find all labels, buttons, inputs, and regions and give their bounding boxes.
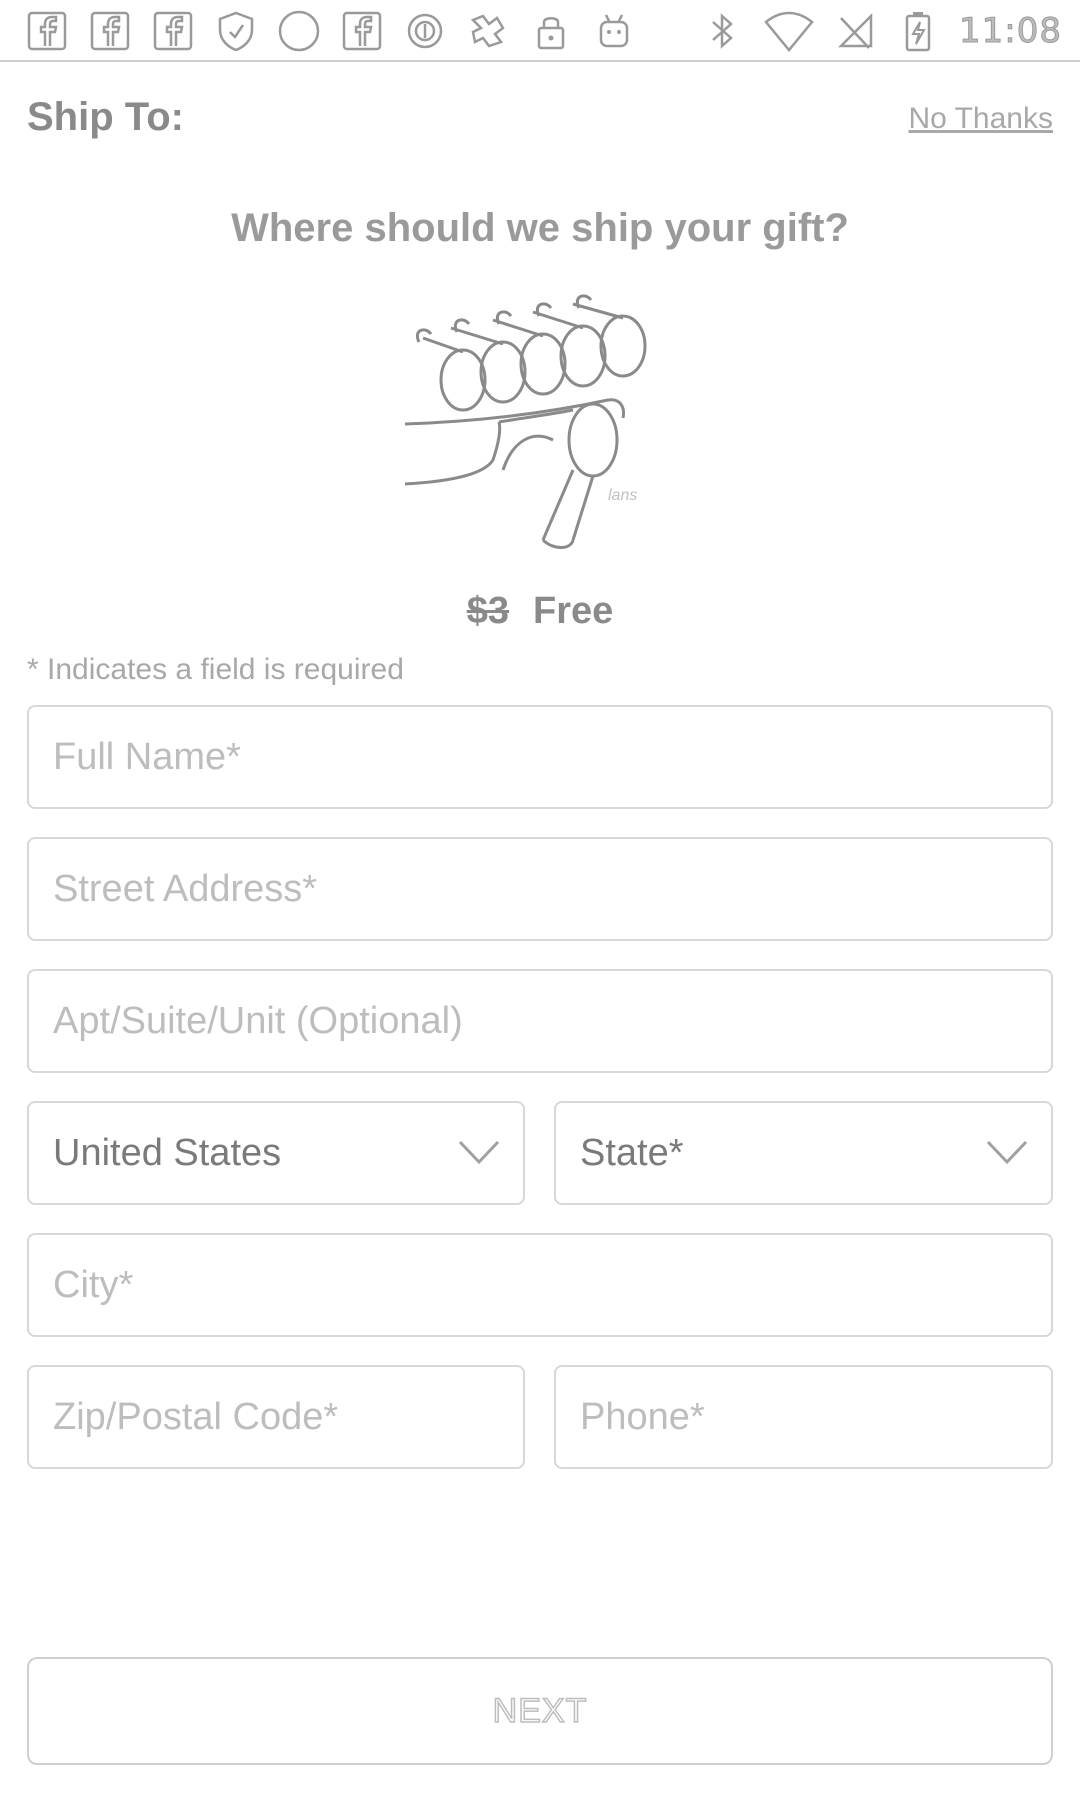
price-row: $3 Free [0, 590, 1080, 633]
no-signal-icon [835, 10, 877, 52]
country-select[interactable]: United States [27, 1101, 525, 1205]
facebook-icon [89, 10, 131, 52]
battery-charging-icon [897, 10, 939, 52]
free-price: Free [533, 590, 614, 632]
phone-field[interactable] [554, 1365, 1053, 1469]
zip-code-input[interactable] [53, 1395, 523, 1439]
no-thanks-link[interactable]: No Thanks [908, 102, 1053, 136]
status-time: 11:08 [959, 11, 1062, 52]
country-selected-value: United States [53, 1131, 282, 1174]
svg-text:lans: lans [608, 487, 637, 504]
record-icon [404, 10, 446, 52]
full-name-field[interactable] [27, 705, 1053, 809]
city-input[interactable] [53, 1263, 1051, 1307]
state-selected-value: State* [580, 1131, 684, 1174]
phone-input[interactable] [580, 1395, 1051, 1439]
facebook-icon [152, 10, 194, 52]
bluetooth-icon [701, 10, 743, 52]
facebook-icon [341, 10, 383, 52]
ship-question-heading: Where should we ship your gift? [231, 206, 849, 250]
street-address-field[interactable] [27, 837, 1053, 941]
chevron-down-icon [458, 1140, 500, 1165]
street-address-input[interactable] [53, 867, 1051, 911]
product-image: lans [403, 290, 683, 558]
city-field[interactable] [27, 1233, 1053, 1337]
system-icons: 11:08 [701, 10, 1062, 52]
facebook-icon [26, 10, 68, 52]
shield-icon [215, 10, 257, 52]
chevron-down-icon [986, 1140, 1028, 1165]
status-bar: 11:08 [0, 0, 1080, 62]
circle-icon [278, 10, 320, 52]
apt-suite-field[interactable] [27, 969, 1053, 1073]
puzzle-icon [467, 10, 509, 52]
wifi-icon [763, 10, 815, 52]
android-icon [593, 10, 635, 52]
full-name-input[interactable] [53, 735, 1051, 779]
state-select[interactable]: State* [554, 1101, 1053, 1205]
apt-suite-input[interactable] [53, 999, 1051, 1043]
zip-code-field[interactable] [27, 1365, 525, 1469]
old-price: $3 [466, 590, 509, 632]
page-title: Ship To: [27, 95, 184, 139]
next-button[interactable]: NEXT [27, 1657, 1053, 1765]
required-field-note: * Indicates a field is required [27, 653, 404, 686]
lock-icon [530, 10, 572, 52]
notification-icons [26, 10, 635, 52]
